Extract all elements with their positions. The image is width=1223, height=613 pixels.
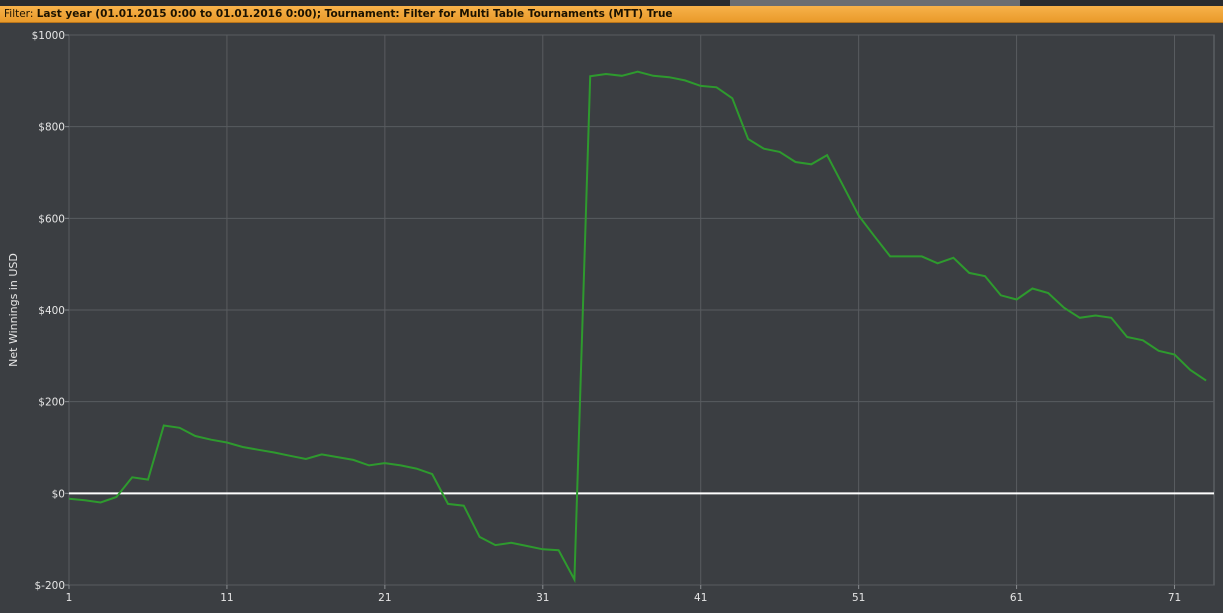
y-tick-label: $400 [38,305,65,317]
x-tick-label: 51 [852,592,865,604]
x-tick-label: 41 [694,592,707,604]
y-tick-label: $600 [38,213,65,225]
x-tick-label: 11 [220,592,233,604]
x-tick-label: 21 [378,592,391,604]
y-tick-label: $200 [38,397,65,409]
y-axis-title: Net Winnings in USD [7,253,20,367]
y-tick-label: $-200 [34,580,65,592]
x-axis-ticks: 1 11 21 31 41 51 61 71 [66,585,1181,604]
filter-text: Last year (01.01.2015 0:00 to 01.01.2016… [36,8,673,20]
net-winnings-chart: $-200$0$200$400$600$800$1000 1 11 21 31 41 51… [7,30,1215,604]
x-tick-label: 31 [536,592,549,604]
filter-label: Filter: [4,8,34,20]
x-tick-label: 61 [1010,592,1023,604]
y-tick-label: $1000 [32,30,65,42]
x-tick-label: 71 [1168,592,1181,604]
filter-bar: Filter: Last year (01.01.2015 0:00 to 01… [0,6,1223,23]
y-tick-label: $0 [52,488,65,500]
y-axis-ticks: $-200 $0 $200 $400 $600 $800 $1000 [32,30,69,592]
y-tick-label: $800 [38,122,65,134]
x-tick-label: 1 [66,592,73,604]
